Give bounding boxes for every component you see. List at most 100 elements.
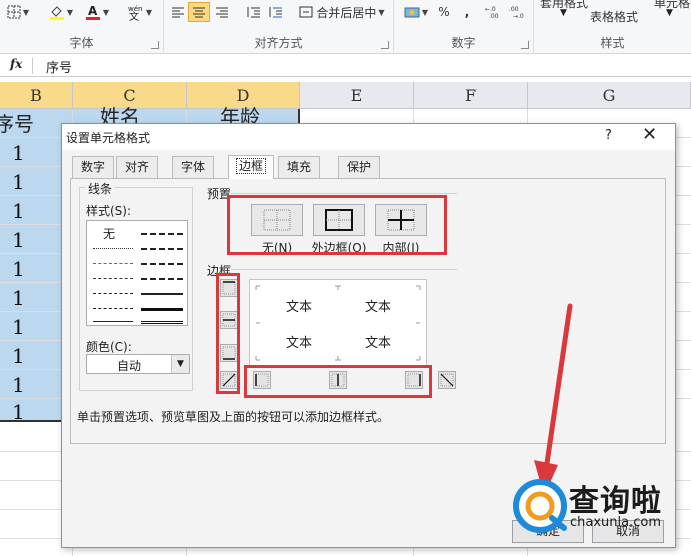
presets-highlight (227, 195, 447, 255)
decrease-decimal-icon: .00→.0 (509, 6, 524, 19)
merge-center-button[interactable]: 合并后居中 ▼ (296, 2, 388, 22)
font-color-button[interactable]: A ▼ (82, 2, 112, 22)
table-format-button[interactable]: 表格格式 (590, 8, 638, 25)
line-style-dotted[interactable] (93, 248, 133, 249)
preview-text-2: 文本 (365, 300, 392, 315)
align-left-icon (172, 7, 184, 18)
decrease-indent-button[interactable] (244, 2, 264, 22)
border-divider (231, 269, 457, 270)
tab-protection[interactable]: 保护 (338, 156, 380, 178)
tab-alignment[interactable]: 对齐 (116, 156, 158, 178)
preview-text-4: 文本 (365, 336, 392, 351)
style-label: 样式(S): (86, 204, 132, 218)
alignment-group: 合并后居中 ▼ 对齐方式 (164, 0, 394, 54)
merge-center-label: 合并后居中 (316, 5, 377, 20)
watermark-url: chaxunla.com (570, 515, 661, 530)
line-style-thin[interactable] (93, 321, 133, 322)
line-style-hair[interactable] (93, 263, 133, 264)
color-label: 颜色(C): (86, 340, 132, 354)
formula-bar: fx 序号 (0, 55, 691, 77)
close-button[interactable]: ✕ (642, 124, 657, 145)
phonetic-button[interactable]: wén 文 ▼ (122, 2, 156, 22)
alignment-launcher-icon[interactable] (381, 41, 389, 49)
alignment-group-label: 对齐方式 (254, 36, 303, 50)
border-preview[interactable]: 文本 文本 文本 文本 (249, 279, 427, 367)
line-style-double[interactable] (141, 321, 183, 324)
styles-group: 套用格式 ▼ 表格格式 单元格 ▼ 样式 (534, 0, 691, 54)
horizontal-border-highlight (244, 365, 432, 398)
red-arrow-icon (534, 303, 573, 496)
dialog-titlebar[interactable]: 设置单元格格式 ? ✕ (62, 124, 675, 150)
line-group: 线条 样式(S): 无 颜色(C): 自动 ▼ (79, 180, 193, 391)
increase-indent-icon (269, 7, 282, 18)
chevron-down-icon[interactable]: ▼ (171, 355, 189, 373)
vertical-border-highlight (216, 273, 240, 394)
styles-group-label: 样式 (600, 36, 625, 50)
number-launcher-icon[interactable] (521, 41, 529, 49)
cell-styles-caret: ▼ (666, 8, 673, 18)
border-help-note: 单击预置选项、预览草图及上面的按钮可以添加边框样式。 (77, 410, 390, 424)
line-style-none[interactable]: 无 (103, 225, 115, 242)
currency-icon (404, 7, 420, 18)
tab-font[interactable]: 字体 (172, 156, 214, 178)
align-right-button[interactable] (212, 2, 232, 22)
line-style-thick[interactable] (141, 308, 183, 311)
line-style-dashdotdot[interactable] (93, 278, 133, 279)
column-header-g[interactable]: G (528, 82, 691, 109)
accounting-format-button[interactable]: ▼ (400, 2, 432, 22)
tab-border[interactable]: 边框 (228, 155, 274, 179)
line-group-label: 线条 (86, 180, 115, 197)
color-dropdown[interactable]: 自动 ▼ (86, 354, 190, 374)
borders-icon (7, 5, 21, 19)
increase-decimal-icon: ←.0.00 (485, 6, 499, 19)
line-style-medium[interactable] (141, 293, 183, 295)
formula-separator (32, 58, 33, 74)
font-launcher-icon[interactable] (151, 41, 159, 49)
align-left-button[interactable] (168, 2, 188, 22)
increase-decimal-button[interactable]: ←.0.00 (484, 2, 506, 22)
phonetic-icon: wén文 (128, 5, 142, 21)
tab-fill[interactable]: 填充 (278, 156, 320, 178)
line-style-dashdot[interactable] (93, 293, 133, 294)
percent-button[interactable]: % (436, 2, 452, 22)
function-icon[interactable]: fx (10, 57, 22, 71)
help-button[interactable]: ? (605, 128, 612, 143)
presets-divider (231, 193, 457, 194)
formula-input[interactable]: 序号 (46, 57, 72, 76)
increase-indent-button[interactable] (266, 2, 286, 22)
chaxunla-logo-icon (513, 479, 567, 533)
align-center-button[interactable] (188, 2, 210, 22)
line-style-slant-dashdot[interactable] (141, 248, 183, 250)
preview-corner-marks (255, 285, 421, 361)
line-style-medium-dashdot[interactable] (141, 263, 183, 265)
merge-cells-icon (299, 6, 313, 18)
color-value: 自动 (116, 359, 141, 373)
column-header-e[interactable]: E (300, 82, 414, 109)
diagonal-down-icon (440, 373, 454, 387)
tab-number[interactable]: 数字 (72, 156, 114, 178)
line-style-list[interactable]: 无 (86, 220, 188, 326)
column-header-b[interactable]: B (0, 82, 73, 109)
svg-text:←.0: ←.0 (485, 6, 496, 13)
decrease-indent-icon (247, 7, 260, 18)
svg-text:→.0: →.0 (513, 13, 524, 19)
line-style-dashed[interactable] (93, 308, 133, 309)
decrease-decimal-button[interactable]: .00 →.0 (508, 2, 530, 22)
column-header-f[interactable]: F (414, 82, 528, 109)
svg-text:A: A (88, 4, 98, 18)
line-style-medium-dashdotdot[interactable] (141, 233, 183, 235)
cell-b1[interactable]: 序号 (0, 108, 34, 137)
borders-button[interactable]: ▼ (4, 2, 32, 22)
conditional-format-caret: ▼ (560, 8, 567, 18)
number-group: ▼ % , ←.0.00 .00 →.0 数字 (394, 0, 534, 54)
svg-text:文: 文 (129, 10, 139, 21)
chaxunla-watermark: 查询啦 chaxunla.com (512, 472, 682, 544)
ribbon: ▼ ▼ A ▼ wén 文 ▼ 字体 合并后居中 ▼ 对齐方式 ▼ % , ←.… (0, 0, 691, 54)
watermark-name: 查询啦 (569, 484, 662, 519)
border-diagonal-down-button[interactable] (438, 371, 456, 389)
line-style-medium-dashed[interactable] (141, 278, 183, 280)
comma-button[interactable]: , (460, 2, 474, 22)
svg-text:.00: .00 (489, 13, 499, 19)
dialog-title: 设置单元格格式 (66, 131, 151, 145)
fill-color-button[interactable]: ▼ (46, 2, 76, 22)
